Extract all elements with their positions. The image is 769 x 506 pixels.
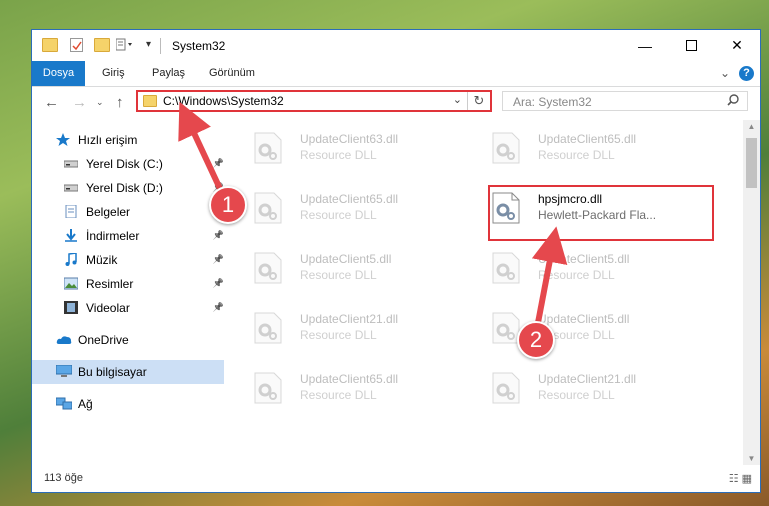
arrow-two [531, 226, 568, 329]
callout-badge-one: 1 [209, 186, 247, 224]
callout-arrows [178, 101, 568, 329]
arrow-one [178, 101, 225, 195]
callout-badge-two: 2 [517, 321, 555, 359]
